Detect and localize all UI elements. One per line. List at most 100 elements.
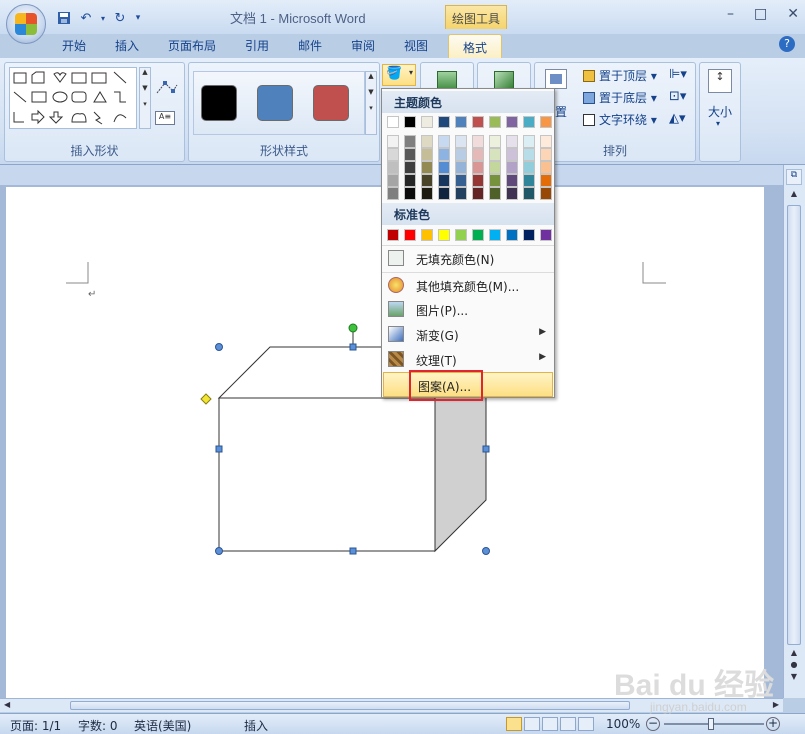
theme-shade-swatch[interactable] [489, 161, 501, 174]
restore-button[interactable]: □ [754, 6, 767, 22]
style-swatch-black[interactable] [201, 85, 237, 121]
theme-shade-swatch[interactable] [421, 135, 433, 148]
zoom-slider-track[interactable] [664, 723, 764, 725]
help-icon[interactable]: ? [779, 36, 795, 52]
draft-icon[interactable] [578, 717, 594, 731]
theme-shade-swatch[interactable] [404, 174, 416, 187]
rotation-handle[interactable] [348, 323, 358, 333]
theme-shade-swatch[interactable] [506, 148, 518, 161]
theme-shade-swatch[interactable] [489, 187, 501, 200]
theme-shade-swatch[interactable] [387, 174, 399, 187]
theme-shade-swatch[interactable] [489, 135, 501, 148]
resize-handle-tl[interactable] [215, 343, 223, 351]
theme-shade-swatch[interactable] [506, 174, 518, 187]
word-count[interactable]: 字数: 0 [78, 717, 118, 734]
vertical-scroll-thumb[interactable] [787, 205, 801, 645]
group-icon[interactable]: ⊡▾ [669, 89, 686, 104]
redo-icon[interactable]: ↻ [112, 10, 128, 26]
theme-shade-swatch[interactable] [523, 161, 535, 174]
no-fill-item[interactable]: 无填充颜色(N) [382, 245, 554, 270]
standard-color-swatch[interactable] [455, 229, 467, 241]
style-swatch-blue[interactable] [257, 85, 293, 121]
browse-controls[interactable]: ▲ ● ▼ [787, 647, 801, 683]
texture-item[interactable]: 纹理(T) ▶ [382, 347, 554, 372]
save-icon[interactable] [56, 10, 72, 26]
zoom-slider-thumb[interactable] [708, 718, 714, 730]
standard-color-swatch[interactable] [472, 229, 484, 241]
theme-shade-swatch[interactable] [523, 174, 535, 187]
scroll-left-icon[interactable]: ◀ [4, 700, 10, 709]
theme-shade-swatch[interactable] [506, 161, 518, 174]
theme-shade-swatch[interactable] [438, 174, 450, 187]
standard-color-swatch[interactable] [506, 229, 518, 241]
office-button[interactable] [6, 4, 46, 44]
size-label[interactable]: 大小 [708, 103, 732, 120]
theme-shade-swatch[interactable] [540, 187, 552, 200]
styles-gallery-scroll[interactable]: ▲ ▼ ▾ [365, 71, 377, 135]
theme-shade-swatch[interactable] [438, 135, 450, 148]
zoom-level[interactable]: 100% [606, 717, 640, 731]
standard-color-swatch[interactable] [523, 229, 535, 241]
standard-color-swatch[interactable] [404, 229, 416, 241]
theme-color-swatch[interactable] [404, 116, 416, 128]
theme-shade-swatch[interactable] [387, 187, 399, 200]
theme-shade-swatch[interactable] [506, 135, 518, 148]
style-swatch-red[interactable] [313, 85, 349, 121]
language-indicator[interactable]: 英语(美国) [134, 717, 191, 734]
tab-insert[interactable]: 插入 [115, 37, 139, 54]
theme-shade-swatch[interactable] [472, 161, 484, 174]
text-box-icon[interactable]: A≡ [155, 111, 175, 125]
resize-handle-br[interactable] [482, 547, 490, 555]
standard-color-swatch[interactable] [387, 229, 399, 241]
theme-shade-swatch[interactable] [455, 135, 467, 148]
more-fill-colors-item[interactable]: 其他填充颜色(M)... [382, 272, 554, 297]
shapes-gallery-scroll[interactable]: ▲ ▼ ▾ [139, 67, 151, 129]
size-dropdown-icon[interactable]: ▾ [716, 119, 720, 128]
theme-shade-swatch[interactable] [472, 135, 484, 148]
tab-mailings[interactable]: 邮件 [298, 37, 322, 54]
theme-shade-swatch[interactable] [506, 187, 518, 200]
theme-shade-swatch[interactable] [438, 187, 450, 200]
theme-color-swatch[interactable] [540, 116, 552, 128]
vertical-scrollbar[interactable]: ⧉ ▲ ▲ ● ▼ [783, 165, 805, 698]
undo-dropdown-icon[interactable]: ▾ [100, 10, 106, 26]
resize-handle-top[interactable] [349, 343, 357, 351]
theme-shade-swatch[interactable] [455, 174, 467, 187]
theme-shade-swatch[interactable] [421, 187, 433, 200]
resize-handle-bl[interactable] [215, 547, 223, 555]
theme-color-swatch[interactable] [472, 116, 484, 128]
tab-home[interactable]: 开始 [62, 37, 86, 54]
position-icon[interactable] [545, 69, 567, 89]
theme-color-swatch[interactable] [455, 116, 467, 128]
theme-shade-swatch[interactable] [421, 148, 433, 161]
theme-shade-swatch[interactable] [472, 187, 484, 200]
outline-icon[interactable] [560, 717, 576, 731]
theme-color-swatch[interactable] [438, 116, 450, 128]
insert-mode[interactable]: 插入 [244, 717, 268, 734]
theme-shade-swatch[interactable] [540, 161, 552, 174]
theme-shade-swatch[interactable] [523, 148, 535, 161]
size-icon[interactable]: ↕ [708, 69, 732, 93]
theme-shade-swatch[interactable] [540, 148, 552, 161]
theme-shade-swatch[interactable] [455, 148, 467, 161]
theme-shade-swatch[interactable] [438, 161, 450, 174]
bring-to-front-button[interactable]: 置于顶层 ▾ [583, 67, 657, 84]
theme-color-swatch[interactable] [421, 116, 433, 128]
theme-shade-swatch[interactable] [387, 161, 399, 174]
tab-page-layout[interactable]: 页面布局 [168, 37, 216, 54]
standard-color-swatch[interactable] [489, 229, 501, 241]
tab-format[interactable]: 格式 [448, 34, 502, 59]
standard-color-swatch[interactable] [540, 229, 552, 241]
print-layout-icon[interactable] [506, 717, 522, 731]
horizontal-scroll-thumb[interactable] [70, 701, 630, 710]
theme-shade-swatch[interactable] [540, 174, 552, 187]
tab-review[interactable]: 审阅 [351, 37, 375, 54]
gradient-item[interactable]: 渐变(G) ▶ [382, 322, 554, 347]
theme-shade-swatch[interactable] [404, 135, 416, 148]
customize-qat-icon[interactable]: ▾ [134, 10, 142, 26]
theme-shade-swatch[interactable] [421, 174, 433, 187]
zoom-in-button[interactable]: + [766, 717, 780, 731]
theme-shade-swatch[interactable] [404, 161, 416, 174]
theme-color-swatch[interactable] [506, 116, 518, 128]
ruler-toggle-icon[interactable]: ⧉ [786, 169, 802, 185]
